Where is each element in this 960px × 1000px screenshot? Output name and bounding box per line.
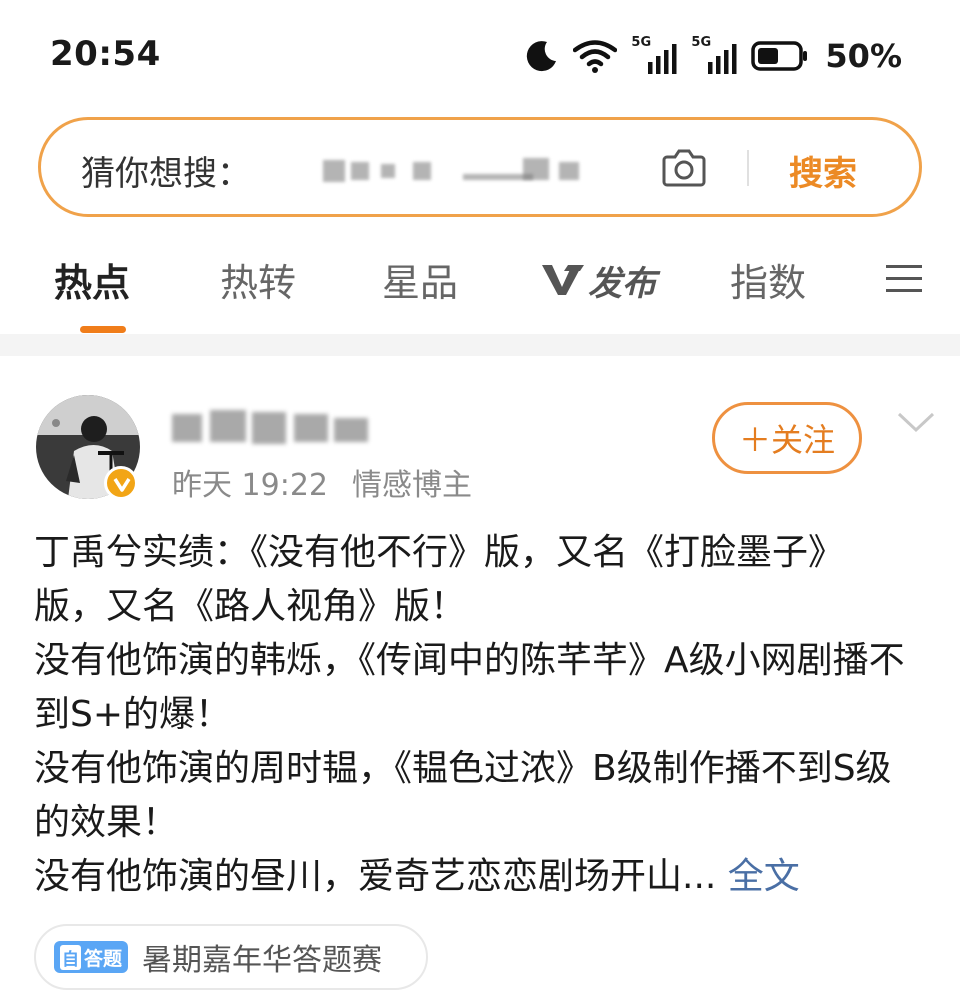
follow-button[interactable]: ＋关注 [712,402,862,474]
author-name-redacted[interactable] [172,404,382,444]
section-divider [0,334,960,356]
active-tab-indicator [80,326,126,333]
search-suggestion-label: 猜你想搜： [81,154,251,194]
tab-star-products[interactable]: 星品 [382,252,458,307]
search-suggestion-redacted[interactable] [323,154,601,186]
tab-repost[interactable]: 热转 [220,252,296,307]
search-bar[interactable]: 猜你想搜： 搜索 [38,117,922,217]
topic-chip[interactable]: 自答题 暑期嘉年华答题赛 [34,924,428,990]
camera-icon[interactable] [661,145,707,193]
wifi-icon [573,39,618,73]
battery-icon [751,41,809,71]
quiz-badge-icon: 自答题 [54,941,129,973]
menu-icon[interactable] [884,262,924,300]
tab-index[interactable]: 指数 [730,252,806,307]
v-logo-icon [540,261,586,301]
tab-bar: 热点 热转 星品 发布 指数 [0,238,960,334]
status-time: 20:54 [50,34,161,74]
author-tag: 情感博主 [352,468,472,503]
post-body: 丁禹兮实绩：《没有他不行》版，又名《打脸墨子》版，又名《路人视角》版！ 没有他饰… [34,532,905,897]
post-text: 丁禹兮实绩：《没有他不行》版，又名《打脸墨子》版，又名《路人视角》版！ 没有他饰… [34,526,914,904]
post-time: 昨天 19:22 [172,468,328,503]
status-icons: 5G 5G 50% [525,34,902,78]
post-meta: 昨天 19:22 情感博主 [172,460,472,504]
moon-icon [525,39,559,73]
signal-icon: 5G [631,36,677,76]
search-divider [747,150,749,186]
chevron-down-icon[interactable] [896,410,936,438]
status-bar: 20:54 5G 5G 50% [0,0,960,110]
topic-label: 暑期嘉年华答题赛 [142,943,383,978]
signal-icon: 5G [691,36,737,76]
tab-hot[interactable]: 热点 [54,252,130,307]
search-button[interactable]: 搜索 [789,146,857,195]
full-text-link[interactable]: 全文 [728,856,800,897]
battery-level: 50% [825,37,902,75]
verified-badge [104,466,138,500]
tab-v-publish[interactable]: 发布 [540,256,656,305]
